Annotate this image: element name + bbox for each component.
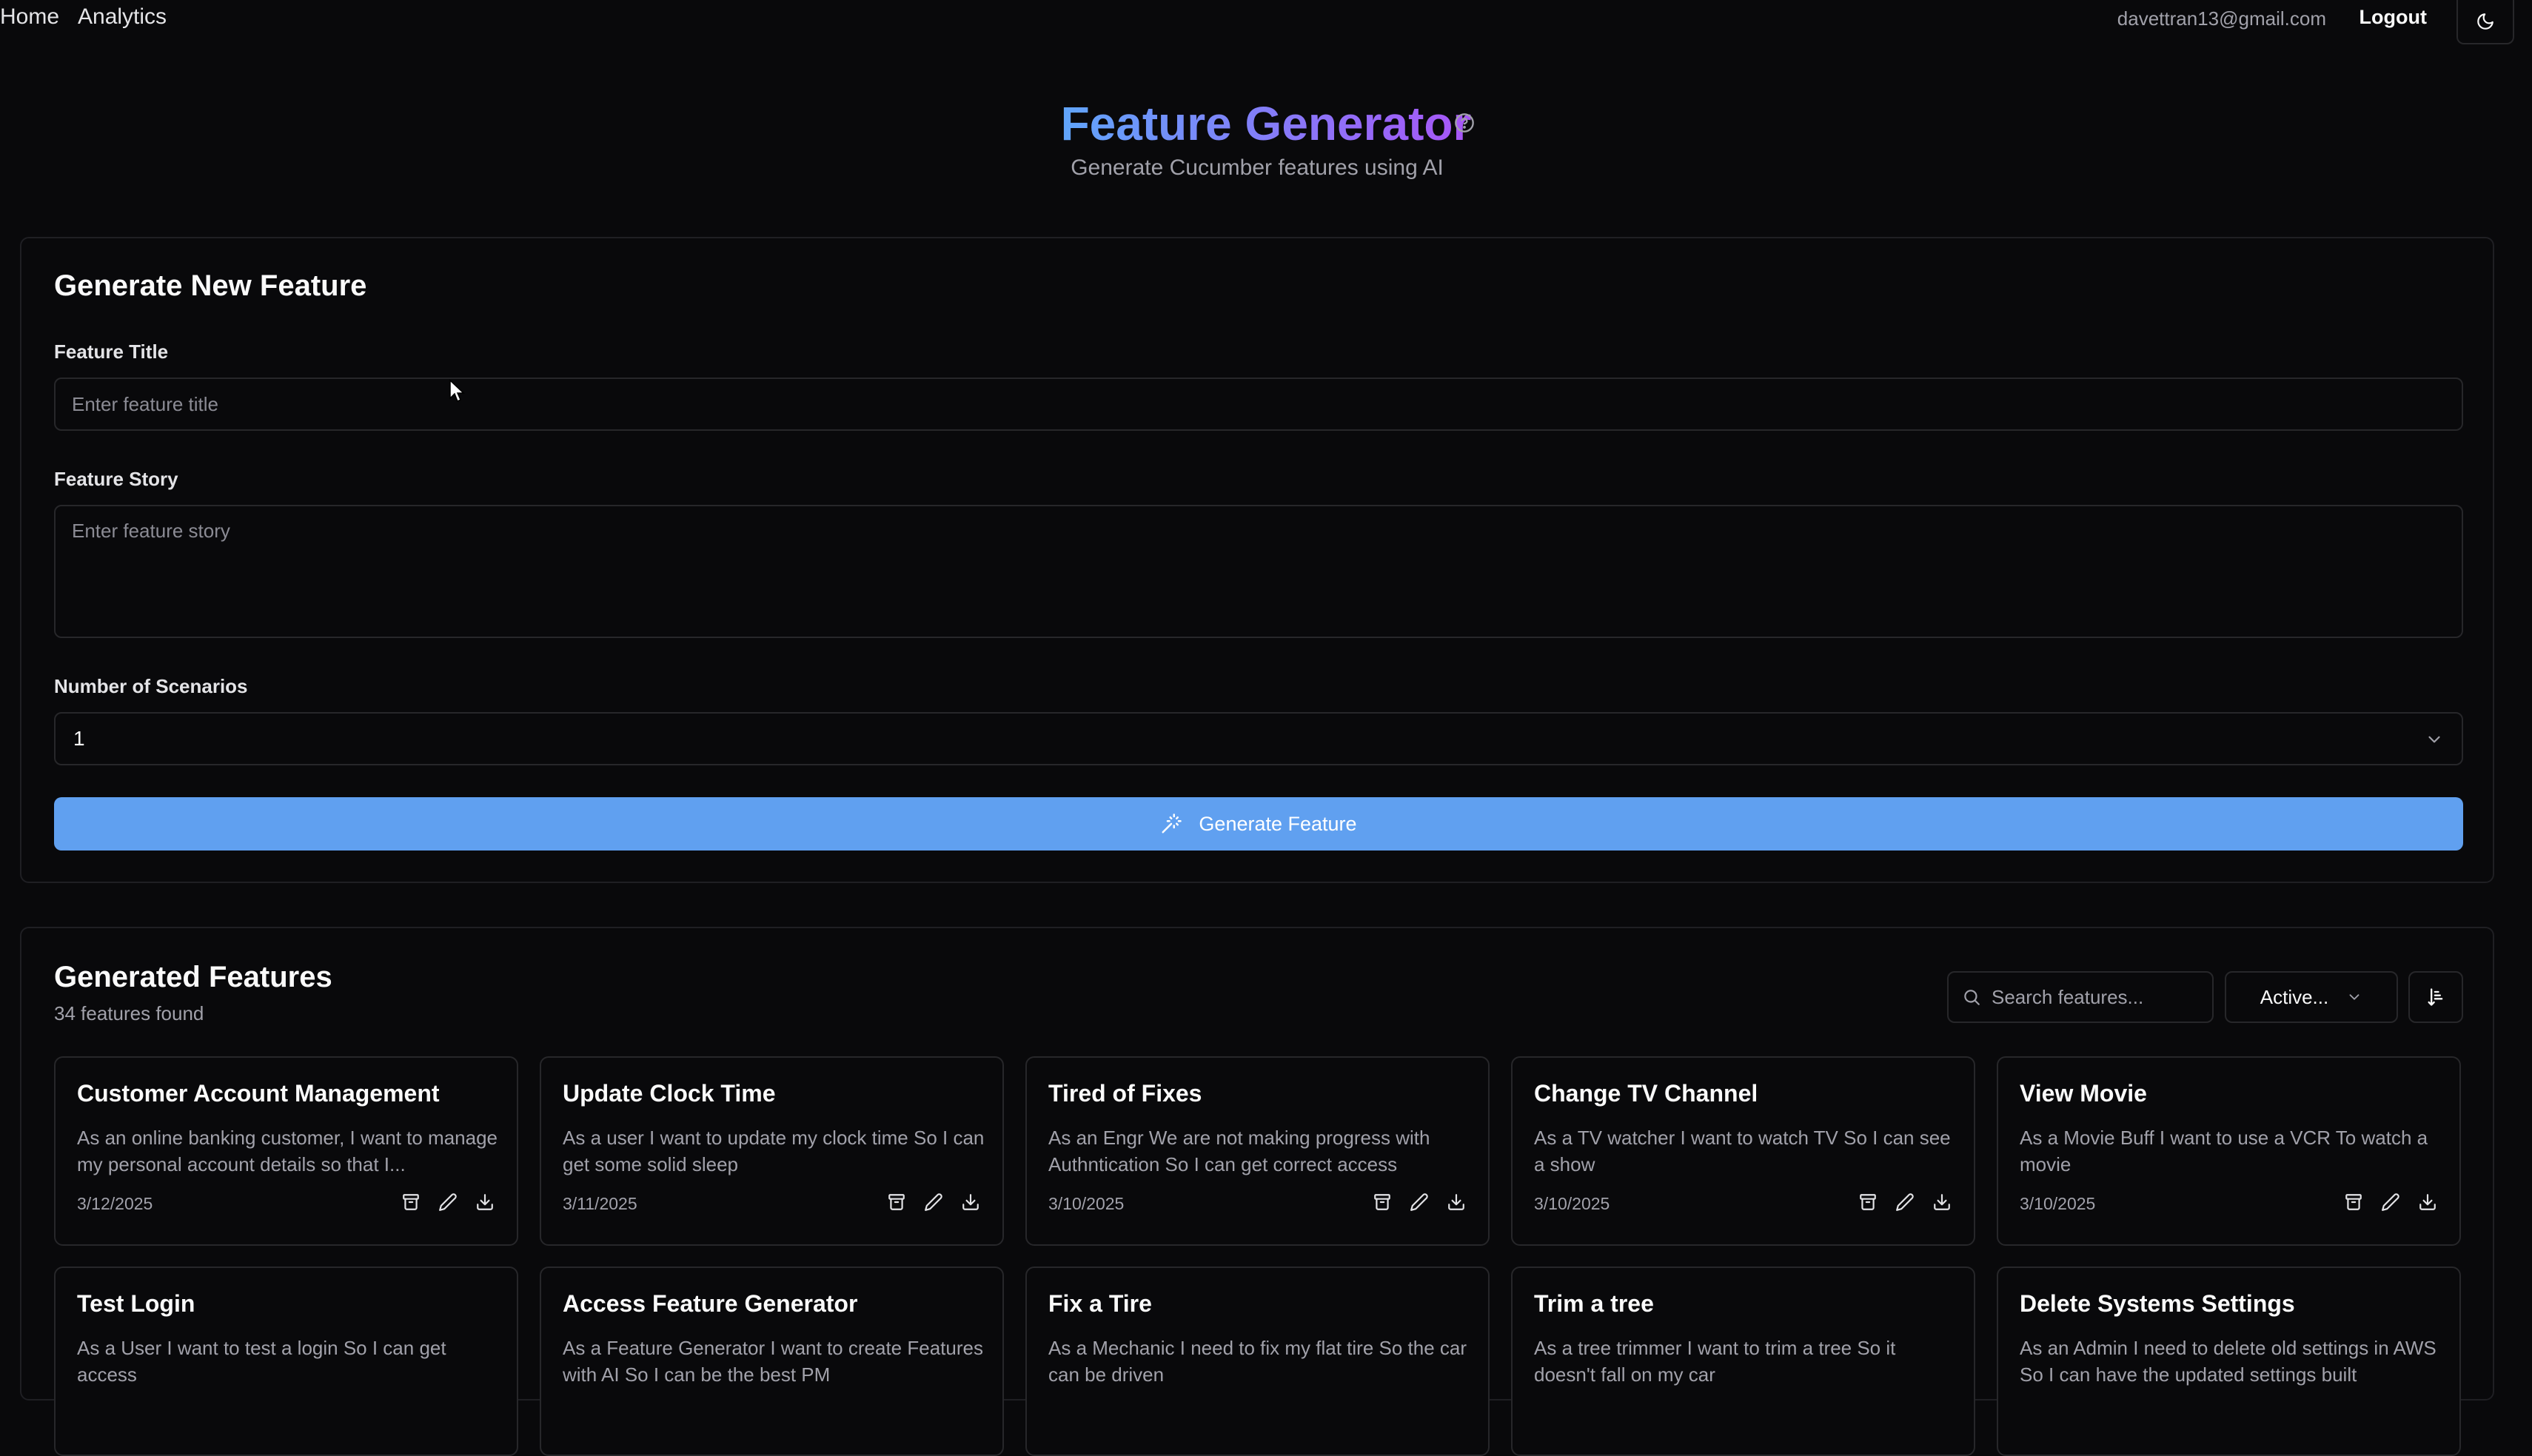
feature-card[interactable]: Change TV Channel As a TV watcher I want… xyxy=(1511,1056,1975,1246)
generate-feature-button[interactable]: Generate Feature xyxy=(54,797,2463,851)
feature-count: 34 features found xyxy=(54,1002,204,1024)
scenarios-selected-value: 1 xyxy=(73,727,85,750)
status-filter-value: Active... xyxy=(2260,985,2329,1008)
feature-card-actions xyxy=(885,1191,982,1213)
logout-button[interactable]: Logout xyxy=(2359,6,2427,29)
feature-card[interactable]: Trim a tree As a tree trimmer I want to … xyxy=(1511,1267,1975,1456)
feature-card-story: As a tree trimmer I want to trim a tree … xyxy=(1534,1337,1896,1386)
generated-features-card: Generated Features 34 features found Act… xyxy=(20,927,2494,1456)
feature-card-actions xyxy=(1371,1191,1467,1213)
feature-card[interactable]: Test Login As a User I want to test a lo… xyxy=(54,1267,518,1456)
feature-card-date: 3/10/2025 xyxy=(1048,1194,1125,1213)
feature-card-date: 3/10/2025 xyxy=(1534,1194,1610,1213)
archive-icon[interactable] xyxy=(1857,1191,1879,1213)
form-heading: Generate New Feature xyxy=(54,269,367,302)
scenarios-select[interactable]: 1 xyxy=(54,712,2463,765)
feature-card-story: As a Movie Buff I want to use a VCR To w… xyxy=(2020,1127,2428,1175)
feature-card-title: Access Feature Generator xyxy=(563,1290,858,1317)
chevron-down-icon xyxy=(2428,736,2440,743)
feature-card-story: As a TV watcher I want to watch TV So I … xyxy=(1534,1127,1951,1175)
feature-card-story: As an Engr We are not making progress wi… xyxy=(1048,1127,1430,1175)
feature-card-date: 3/10/2025 xyxy=(2020,1194,2096,1213)
archive-icon[interactable] xyxy=(400,1191,422,1213)
user-email: davettran13@gmail.com xyxy=(2117,7,2326,30)
search-input[interactable] xyxy=(1992,985,2199,1009)
download-icon[interactable] xyxy=(2417,1191,2439,1213)
download-icon[interactable] xyxy=(959,1191,982,1213)
moon-icon xyxy=(2477,13,2494,30)
feature-card-story: As a User I want to test a login So I ca… xyxy=(77,1337,446,1386)
mouse-cursor-icon xyxy=(449,379,465,403)
search-box[interactable] xyxy=(1947,971,2214,1023)
sort-button[interactable] xyxy=(2408,971,2463,1023)
feature-card-story: As an Admin I need to delete old setting… xyxy=(2020,1337,2436,1386)
archive-icon[interactable] xyxy=(2342,1191,2365,1213)
page-title: Feature Generator xyxy=(1060,97,1472,150)
archive-icon[interactable] xyxy=(1371,1191,1393,1213)
edit-pencil-icon[interactable] xyxy=(1408,1191,1430,1213)
download-icon[interactable] xyxy=(1931,1191,1953,1213)
feature-card[interactable]: Access Feature Generator As a Feature Ge… xyxy=(540,1267,1004,1456)
magic-wand-icon xyxy=(1162,813,1182,833)
edit-pencil-icon[interactable] xyxy=(1894,1191,1916,1213)
feature-card-title: Test Login xyxy=(77,1290,195,1317)
sort-ascending-icon xyxy=(2428,988,2443,1006)
download-icon[interactable] xyxy=(474,1191,496,1213)
search-icon xyxy=(1964,990,1980,1005)
nav-analytics-link[interactable]: Analytics xyxy=(78,4,167,30)
page-subtitle: Generate Cucumber features using AI xyxy=(1071,155,1444,180)
feature-card[interactable]: Fix a Tire As a Mechanic I need to fix m… xyxy=(1025,1267,1490,1456)
feature-card-date: 3/11/2025 xyxy=(563,1194,637,1213)
feature-card-story: As a user I want to update my clock time… xyxy=(563,1127,985,1175)
feature-card-title: Customer Account Management xyxy=(77,1080,440,1107)
feature-card-story: As an online banking customer, I want to… xyxy=(77,1127,498,1175)
feature-card-story: As a Feature Generator I want to create … xyxy=(563,1337,983,1386)
page-header: Feature Generator xyxy=(0,96,2532,151)
edit-pencil-icon[interactable] xyxy=(2379,1191,2402,1213)
feature-story-textarea[interactable] xyxy=(54,505,2463,638)
feature-card[interactable]: Customer Account Management As an online… xyxy=(54,1056,518,1246)
status-filter-select[interactable]: Active... xyxy=(2225,971,2398,1023)
feature-card[interactable]: Delete Systems Settings As an Admin I ne… xyxy=(1997,1267,2461,1456)
feature-card-title: Update Clock Time xyxy=(563,1080,776,1107)
feature-card-date: 3/12/2025 xyxy=(77,1194,153,1213)
feature-card-actions xyxy=(1857,1191,1953,1213)
feature-card[interactable]: View Movie As a Movie Buff I want to use… xyxy=(1997,1056,2461,1246)
feature-card-story: As a Mechanic I need to fix my flat tire… xyxy=(1048,1337,1467,1386)
archive-icon[interactable] xyxy=(885,1191,908,1213)
feature-card[interactable]: Update Clock Time As a user I want to up… xyxy=(540,1056,1004,1246)
feature-title-label: Feature Title xyxy=(54,340,169,363)
feature-title-input[interactable] xyxy=(54,378,2463,431)
download-icon[interactable] xyxy=(1445,1191,1467,1213)
theme-toggle-button[interactable] xyxy=(2456,0,2514,44)
nav-home-link[interactable]: Home xyxy=(0,4,59,30)
feature-card-title: Trim a tree xyxy=(1534,1290,1654,1317)
feature-card-actions xyxy=(2342,1191,2439,1213)
feature-card-title: Delete Systems Settings xyxy=(2020,1290,2295,1317)
feature-card[interactable]: Tired of Fixes As an Engr We are not mak… xyxy=(1025,1056,1490,1246)
generate-feature-label: Generate Feature xyxy=(1199,812,1357,835)
generate-feature-card: Generate New Feature Feature Title Featu… xyxy=(20,237,2494,883)
feature-story-label: Feature Story xyxy=(54,468,178,490)
edit-pencil-icon[interactable] xyxy=(922,1191,945,1213)
feature-card-title: View Movie xyxy=(2020,1080,2147,1107)
feature-card-title: Change TV Channel xyxy=(1534,1080,1758,1107)
help-circle-icon[interactable] xyxy=(1454,113,1475,137)
top-nav: Home Analytics davettran13@gmail.com Log… xyxy=(0,0,2532,44)
chevron-down-icon xyxy=(2349,994,2359,1000)
edit-pencil-icon[interactable] xyxy=(437,1191,459,1213)
list-heading: Generated Features xyxy=(54,961,332,993)
scenarios-label: Number of Scenarios xyxy=(54,675,248,697)
feature-card-actions xyxy=(400,1191,496,1213)
feature-card-title: Fix a Tire xyxy=(1048,1290,1152,1317)
feature-card-title: Tired of Fixes xyxy=(1048,1080,1202,1107)
